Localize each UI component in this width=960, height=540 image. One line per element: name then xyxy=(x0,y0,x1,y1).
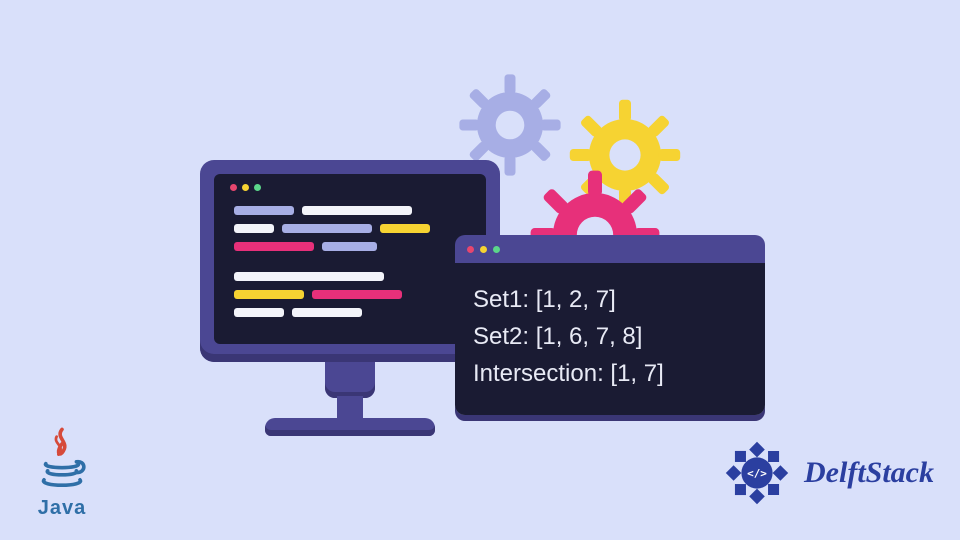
terminal-line: Set2: [1, 6, 7, 8] xyxy=(473,318,747,355)
code-screen xyxy=(214,174,486,344)
java-cup-icon xyxy=(32,424,92,496)
terminal-body: Set1: [1, 2, 7] Set2: [1, 6, 7, 8] Inter… xyxy=(455,263,765,415)
illustration-scene: Set1: [1, 2, 7] Set2: [1, 6, 7, 8] Inter… xyxy=(180,60,780,480)
traffic-light-icon xyxy=(493,246,500,253)
terminal-window: Set1: [1, 2, 7] Set2: [1, 6, 7, 8] Inter… xyxy=(455,235,765,415)
java-logo: Java xyxy=(22,424,102,520)
svg-text:</>: </> xyxy=(747,467,767,480)
code-lines xyxy=(234,206,466,326)
delftstack-logo: </> DelftStack xyxy=(718,434,934,512)
traffic-light-icon xyxy=(467,246,474,253)
terminal-titlebar xyxy=(455,235,765,263)
delftstack-label: DelftStack xyxy=(804,456,934,490)
terminal-line: Intersection: [1, 7] xyxy=(473,355,747,392)
java-label: Java xyxy=(22,497,102,520)
terminal-line: Set1: [1, 2, 7] xyxy=(473,281,747,318)
traffic-light-icon xyxy=(480,246,487,253)
delftstack-icon: </> xyxy=(718,434,796,512)
